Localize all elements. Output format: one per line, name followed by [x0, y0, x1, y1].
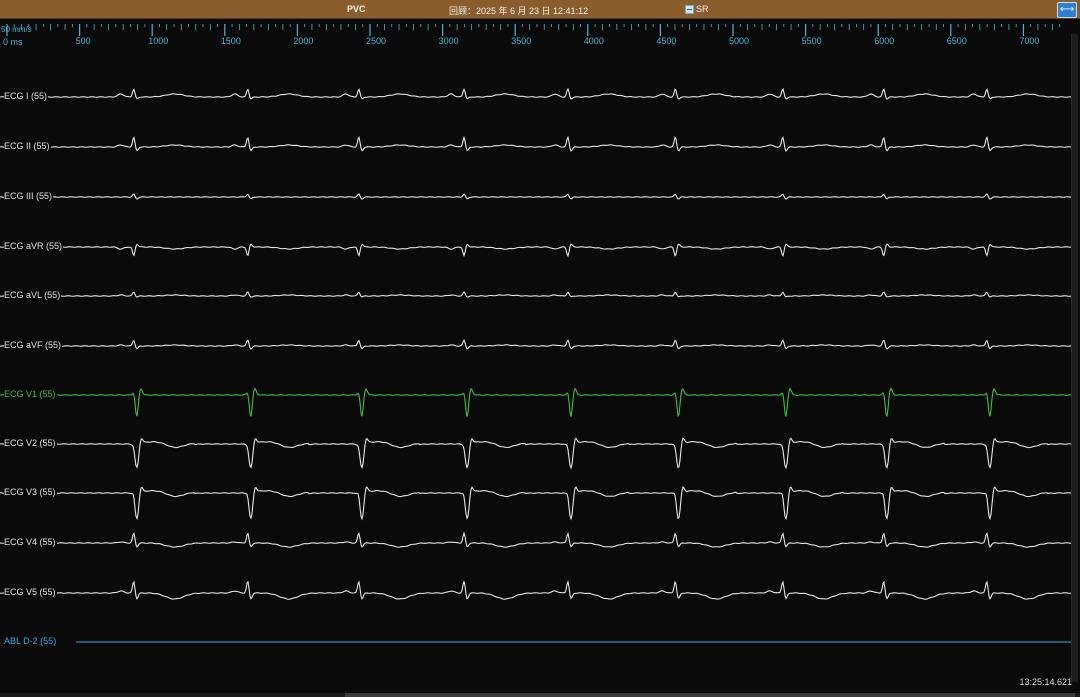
ecg-trace-6: [0, 339, 1073, 350]
channel-label[interactable]: ECG V3 (55): [4, 487, 57, 497]
channel-label[interactable]: ECG V1 (55): [4, 389, 57, 399]
channel-label[interactable]: ABL D-2 (55): [4, 636, 58, 646]
channel-label[interactable]: ECG aVF (55): [4, 340, 63, 350]
ecg-trace-4: [0, 243, 1073, 258]
horizontal-scrollbar[interactable]: [0, 693, 1080, 697]
ecg-trace-7: [0, 387, 1073, 418]
current-time: 13:25:14.621: [1019, 677, 1072, 687]
channel-label[interactable]: ECG V2 (55): [4, 438, 57, 448]
ecg-trace-area[interactable]: [0, 0, 1080, 697]
ecg-trace-9: [0, 485, 1073, 521]
channel-label[interactable]: ECG aVR (55): [4, 241, 64, 251]
channel-label[interactable]: ECG I (55): [4, 91, 49, 101]
ecg-trace-2: [0, 135, 1073, 152]
ecg-trace-5: [0, 290, 1073, 298]
scrollbar-thumb[interactable]: [345, 693, 1075, 697]
ecg-trace-3: [0, 193, 1073, 200]
ecg-trace-1: [0, 87, 1073, 100]
channel-label[interactable]: ECG V4 (55): [4, 537, 57, 547]
ecg-trace-8: [0, 437, 1073, 470]
ecg-trace-10: [0, 531, 1073, 548]
channel-label[interactable]: ECG aVL (55): [4, 290, 62, 300]
channel-label[interactable]: ECG III (55): [4, 191, 54, 201]
ecg-trace-11: [0, 579, 1073, 601]
channel-label[interactable]: ECG II (55): [4, 141, 51, 151]
right-scroll-handle[interactable]: [1071, 34, 1078, 682]
channel-label[interactable]: ECG V5 (55): [4, 587, 57, 597]
